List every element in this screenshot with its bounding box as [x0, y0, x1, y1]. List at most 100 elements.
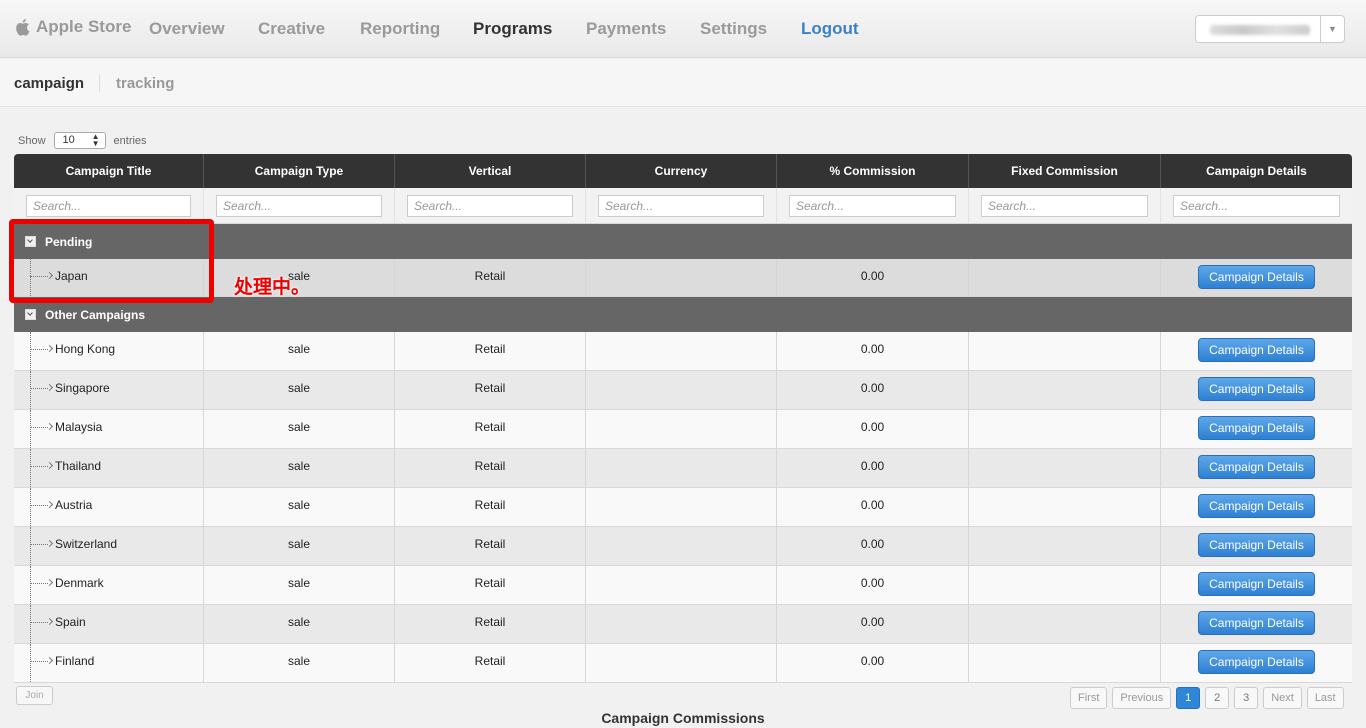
cell-fixed-commission — [969, 605, 1161, 643]
cell-type: sale — [204, 332, 395, 370]
cell-type: sale — [204, 488, 395, 526]
col-campaign-title[interactable]: Campaign Title — [14, 154, 204, 188]
account-select[interactable]: ▼ — [1195, 15, 1345, 43]
nav-settings[interactable]: Settings — [700, 19, 767, 39]
cell-currency — [586, 566, 777, 604]
col-campaign-type[interactable]: Campaign Type — [204, 154, 395, 188]
page-first[interactable]: First — [1070, 687, 1108, 709]
cell-pct-commission: 0.00 — [777, 259, 969, 296]
tree-connector-icon — [30, 566, 54, 604]
cell-vertical: Retail — [395, 410, 586, 448]
cell-title: Switzerland — [14, 527, 204, 565]
col-currency[interactable]: Currency — [586, 154, 777, 188]
col-fixed-commission[interactable]: Fixed Commission — [969, 154, 1161, 188]
cell-title: Finland — [14, 644, 204, 682]
apple-logo-icon — [16, 19, 30, 36]
cell-details: Campaign Details — [1161, 371, 1352, 409]
cell-vertical: Retail — [395, 644, 586, 682]
show-label: Show — [18, 134, 46, 147]
campaign-details-button[interactable]: Campaign Details — [1198, 416, 1315, 440]
cell-fixed-commission — [969, 410, 1161, 448]
cell-title: Spain — [14, 605, 204, 643]
stepper-arrows-icon: ▲ ▼ — [91, 132, 100, 148]
group-header[interactable]: Other Campaigns — [14, 297, 1352, 332]
nav-programs[interactable]: Programs — [473, 19, 552, 39]
table-row: Singapore sale Retail 0.00 Campaign Details — [14, 371, 1352, 410]
page-2[interactable]: 2 — [1205, 687, 1230, 709]
cell-type: sale — [204, 527, 395, 565]
campaign-details-button[interactable]: Campaign Details — [1198, 377, 1315, 401]
cell-fixed-commission — [969, 644, 1161, 682]
search-input-fixed[interactable] — [981, 195, 1148, 217]
cell-fixed-commission — [969, 332, 1161, 370]
subnav-campaign[interactable]: campaign — [14, 75, 84, 92]
campaign-details-button[interactable]: Campaign Details — [1198, 650, 1315, 674]
cell-details: Campaign Details — [1161, 644, 1352, 682]
nav-creative[interactable]: Creative — [258, 19, 325, 39]
cell-details: Campaign Details — [1161, 566, 1352, 604]
cell-type: sale — [204, 644, 395, 682]
filter-row — [14, 188, 1352, 224]
search-input-pct[interactable] — [789, 195, 956, 217]
campaign-details-button[interactable]: Campaign Details — [1198, 338, 1315, 362]
table-row: Finland sale Retail 0.00 Campaign Details — [14, 644, 1352, 683]
join-button[interactable]: Join — [16, 686, 53, 705]
table-header: Campaign Title Campaign Type Vertical Cu… — [14, 154, 1352, 188]
table-row: Malaysia sale Retail 0.00 Campaign Details — [14, 410, 1352, 449]
cell-details: Campaign Details — [1161, 449, 1352, 487]
cell-type: sale — [204, 566, 395, 604]
cell-currency — [586, 488, 777, 526]
campaign-details-button[interactable]: Campaign Details — [1198, 265, 1315, 289]
nav-reporting[interactable]: Reporting — [360, 19, 440, 39]
cell-vertical: Retail — [395, 449, 586, 487]
page-next[interactable]: Next — [1263, 687, 1302, 709]
campaign-details-button[interactable]: Campaign Details — [1198, 455, 1315, 479]
col-campaign-details[interactable]: Campaign Details — [1161, 154, 1352, 188]
brand[interactable]: Apple Store — [14, 17, 131, 37]
nav-payments[interactable]: Payments — [586, 19, 666, 39]
cell-fixed-commission — [969, 371, 1161, 409]
cell-pct-commission: 0.00 — [777, 644, 969, 682]
cell-pct-commission: 0.00 — [777, 605, 969, 643]
search-input-currency[interactable] — [598, 195, 764, 217]
cell-title: Malaysia — [14, 410, 204, 448]
cell-type: sale — [204, 449, 395, 487]
cell-fixed-commission — [969, 449, 1161, 487]
search-input-type[interactable] — [216, 195, 382, 217]
cell-currency — [586, 605, 777, 643]
search-input-details[interactable] — [1173, 195, 1340, 217]
campaign-details-button[interactable]: Campaign Details — [1198, 572, 1315, 596]
cell-title: Hong Kong — [14, 332, 204, 370]
cell-pct-commission: 0.00 — [777, 527, 969, 565]
group-header[interactable]: Pending — [14, 224, 1352, 259]
table-body: Pending Japan sale Retail 0.00 Campaign Detai… — [14, 224, 1352, 683]
collapse-toggle-icon[interactable] — [25, 309, 36, 320]
highlight-box — [9, 219, 214, 303]
entries-select[interactable]: 10 ▲ ▼ — [53, 132, 106, 149]
campaign-details-button[interactable]: Campaign Details — [1198, 533, 1315, 557]
subnav-tracking[interactable]: tracking — [116, 75, 174, 92]
nav-logout[interactable]: Logout — [801, 19, 859, 39]
pagination: First Previous 1 2 3 Next Last — [1070, 687, 1344, 709]
cell-details: Campaign Details — [1161, 410, 1352, 448]
col-pct-commission[interactable]: % Commission — [777, 154, 969, 188]
campaign-details-button[interactable]: Campaign Details — [1198, 494, 1315, 518]
campaign-details-button[interactable]: Campaign Details — [1198, 611, 1315, 635]
page-3[interactable]: 3 — [1234, 687, 1259, 709]
campaign-title: Singapore — [55, 381, 110, 395]
page-previous[interactable]: Previous — [1112, 687, 1172, 709]
cell-vertical: Retail — [395, 371, 586, 409]
cell-details: Campaign Details — [1161, 488, 1352, 526]
tree-connector-icon — [30, 332, 54, 370]
tree-connector-icon — [30, 488, 54, 526]
search-input-vertical[interactable] — [407, 195, 573, 217]
col-vertical[interactable]: Vertical — [395, 154, 586, 188]
search-input-title[interactable] — [26, 195, 191, 217]
table-row: Austria sale Retail 0.00 Campaign Details — [14, 488, 1352, 527]
page-1[interactable]: 1 — [1176, 687, 1201, 709]
cell-fixed-commission — [969, 259, 1161, 296]
nav-overview[interactable]: Overview — [149, 19, 225, 39]
cell-vertical: Retail — [395, 259, 586, 296]
page-last[interactable]: Last — [1306, 687, 1344, 709]
entries-label: entries — [113, 134, 147, 147]
